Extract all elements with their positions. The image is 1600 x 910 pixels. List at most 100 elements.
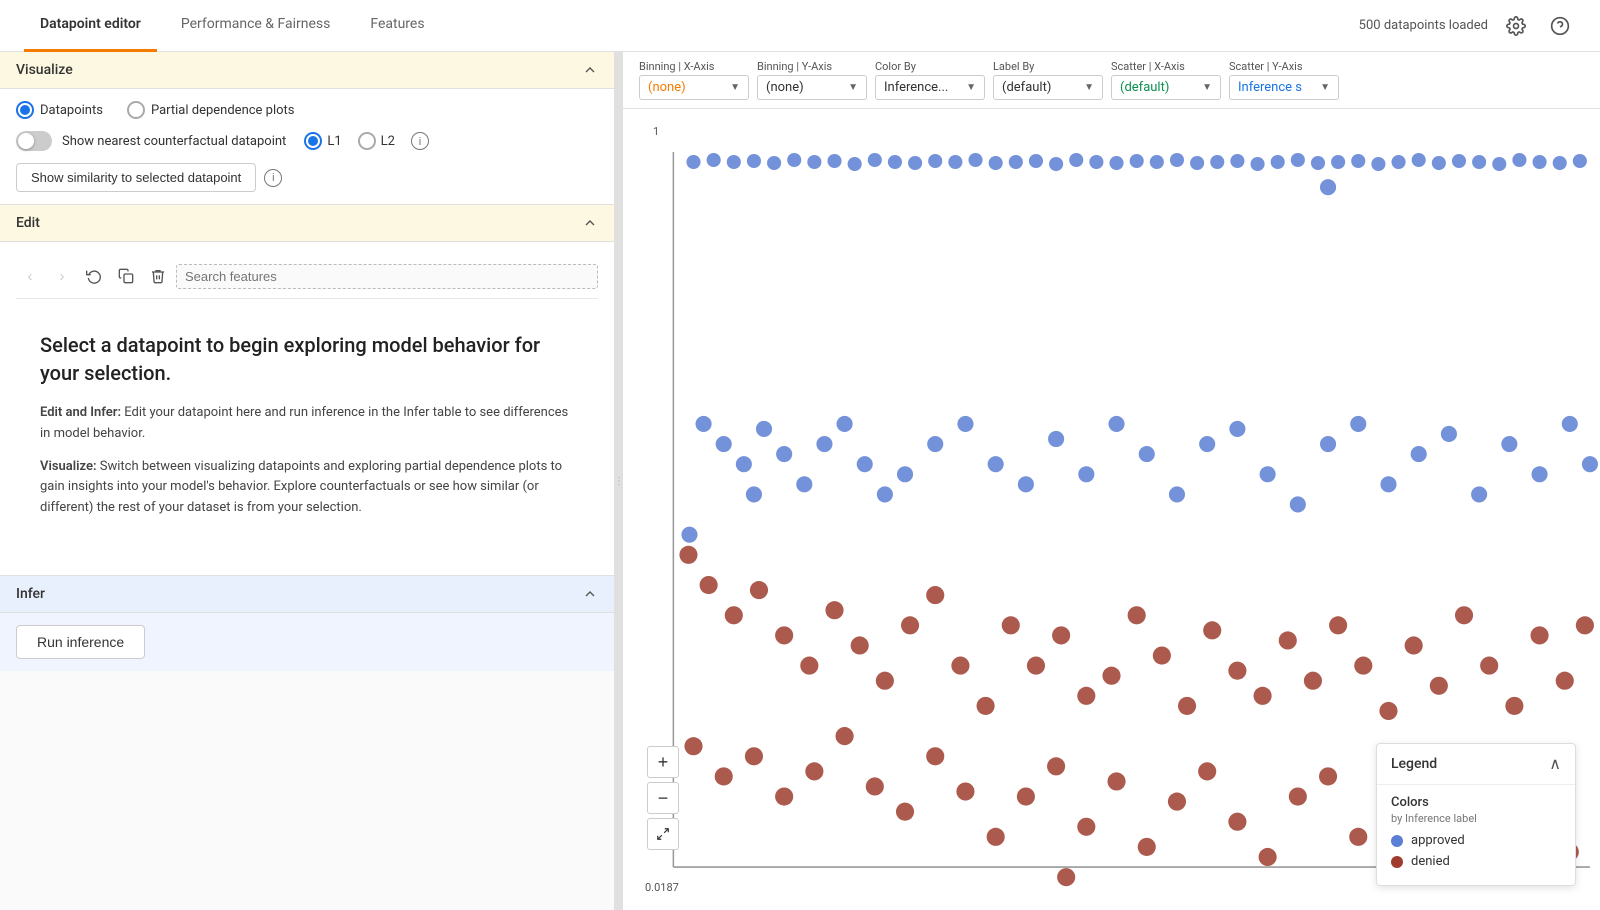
empty-state: Select a datapoint to begin exploring mo… (16, 299, 598, 563)
l1-option[interactable]: L1 (304, 132, 341, 150)
y-tick-bottom: 0.0187 (645, 881, 679, 894)
scatter-x-select[interactable]: (default) ▼ (1111, 75, 1221, 100)
settings-button[interactable] (1500, 10, 1532, 42)
l1-circle (304, 132, 322, 150)
infer-content: Run inference (0, 613, 614, 671)
left-panel: Visualize Datapoints Partial dependence … (0, 52, 615, 910)
edit-header[interactable]: Edit (0, 205, 614, 242)
scatter-toolbar: Binning | X-Axis (none) ▼ Binning | Y-Ax… (623, 52, 1600, 109)
panel-divider[interactable]: ⋮ (615, 52, 623, 910)
infer-label: Infer (16, 586, 45, 602)
zoom-out-button[interactable]: − (647, 782, 679, 814)
legend-item-denied: denied (1391, 854, 1561, 869)
binning-y-group: Binning | Y-Axis (none) ▼ (757, 60, 867, 100)
radio-partial-dep-circle (127, 101, 145, 119)
scatter-y-group: Scatter | Y-Axis Inference s ▼ (1229, 60, 1339, 100)
scatter-y-select[interactable]: Inference s ▼ (1229, 75, 1339, 100)
fit-screen-button[interactable] (647, 818, 679, 850)
radio-datapoints[interactable]: Datapoints (16, 101, 103, 119)
datapoints-loaded-label: 500 datapoints loaded (1359, 18, 1488, 33)
counterfactual-toggle[interactable] (16, 131, 52, 151)
infer-section: Infer Run inference (0, 576, 614, 671)
help-button[interactable] (1544, 10, 1576, 42)
l-options: L1 L2 i (304, 132, 429, 150)
right-panel: Binning | X-Axis (none) ▼ Binning | Y-Ax… (623, 52, 1600, 910)
color-by-label: Color By (875, 60, 985, 73)
radio-datapoints-circle (16, 101, 34, 119)
edit-section: Edit ‹ › (0, 205, 614, 576)
tab-features[interactable]: Features (354, 0, 440, 52)
similarity-info-icon[interactable]: i (264, 169, 282, 187)
zoom-in-button[interactable]: + (647, 746, 679, 778)
delete-button[interactable] (144, 262, 172, 290)
nav-right: 500 datapoints loaded (1359, 10, 1576, 42)
scatter-x-label: Scatter | X-Axis (1111, 60, 1221, 73)
infer-collapse-icon (582, 586, 598, 602)
visualize-collapse-icon (582, 62, 598, 78)
l2-option[interactable]: L2 (358, 132, 395, 150)
y-tick-top: 1 (653, 125, 659, 138)
edit-toolbar: ‹ › (16, 254, 598, 299)
similarity-row: Show similarity to selected datapoint i (16, 163, 598, 192)
copy-icon (118, 268, 134, 284)
empty-state-para2: Visualize: Switch between visualizing da… (40, 457, 574, 519)
binning-x-arrow: ▼ (730, 82, 740, 93)
binning-x-label: Binning | X-Axis (639, 60, 749, 73)
color-by-select[interactable]: Inference... ▼ (875, 75, 985, 100)
binning-y-arrow: ▼ (848, 82, 858, 93)
fit-screen-icon (656, 827, 670, 841)
history-button[interactable] (80, 262, 108, 290)
duplicate-button[interactable] (112, 262, 140, 290)
visualize-content: Datapoints Partial dependence plots Show… (0, 89, 614, 205)
undo-prev-button[interactable]: ‹ (16, 262, 44, 290)
gear-icon (1506, 16, 1526, 36)
l2-circle (358, 132, 376, 150)
infer-header[interactable]: Infer (0, 576, 614, 613)
radio-partial-dep[interactable]: Partial dependence plots (127, 101, 295, 119)
edit-label: Edit (16, 215, 40, 231)
trash-icon (150, 268, 166, 284)
l-info-icon[interactable]: i (411, 132, 429, 150)
tab-performance-fairness[interactable]: Performance & Fairness (165, 0, 347, 52)
color-by-group: Color By Inference... ▼ (875, 60, 985, 100)
legend-collapse-button[interactable]: ∧ (1549, 754, 1561, 774)
scatter-y-arrow: ▼ (1320, 82, 1330, 93)
scatter-y-label: Scatter | Y-Axis (1229, 60, 1339, 73)
help-icon (1550, 16, 1570, 36)
binning-x-select[interactable]: (none) ▼ (639, 75, 749, 100)
main-layout: Visualize Datapoints Partial dependence … (0, 52, 1600, 910)
label-by-group: Label By (default) ▼ (993, 60, 1103, 100)
label-by-select[interactable]: (default) ▼ (993, 75, 1103, 100)
radio-row: Datapoints Partial dependence plots (16, 101, 598, 119)
run-inference-button[interactable]: Run inference (16, 625, 145, 659)
search-features-input[interactable] (176, 264, 598, 289)
toggle-row: Show nearest counterfactual datapoint L1… (16, 131, 598, 151)
toggle-label: Show nearest counterfactual datapoint (62, 134, 286, 149)
legend-title: Legend (1391, 756, 1437, 772)
legend-body: Colors by Inference label approved denie… (1377, 785, 1575, 885)
edit-content: ‹ › Select a datapoint to begin explorin… (0, 242, 614, 576)
binning-y-select[interactable]: (none) ▼ (757, 75, 867, 100)
visualize-header[interactable]: Visualize (0, 52, 614, 89)
denied-label: denied (1411, 854, 1450, 869)
legend-panel: Legend ∧ Colors by Inference label appro… (1376, 743, 1576, 886)
scatter-area: 1 0.0187 (623, 109, 1600, 910)
tab-datapoint-editor[interactable]: Datapoint editor (24, 0, 157, 52)
binning-y-label: Binning | Y-Axis (757, 60, 867, 73)
legend-item-approved: approved (1391, 833, 1561, 848)
scatter-x-arrow: ▼ (1202, 82, 1212, 93)
top-nav: Datapoint editor Performance & Fairness … (0, 0, 1600, 52)
zoom-controls: + − (647, 746, 679, 850)
legend-colors-label: Colors (1391, 795, 1561, 810)
legend-header: Legend ∧ (1377, 744, 1575, 785)
denied-dot (1391, 856, 1403, 868)
history-icon (86, 268, 102, 284)
similarity-button[interactable]: Show similarity to selected datapoint (16, 163, 256, 192)
undo-next-button[interactable]: › (48, 262, 76, 290)
approved-dot (1391, 835, 1403, 847)
color-by-arrow: ▼ (966, 82, 976, 93)
edit-collapse-icon (582, 215, 598, 231)
legend-colors-subtitle: by Inference label (1391, 812, 1561, 825)
toggle-knob (18, 133, 34, 149)
label-by-arrow: ▼ (1084, 82, 1094, 93)
